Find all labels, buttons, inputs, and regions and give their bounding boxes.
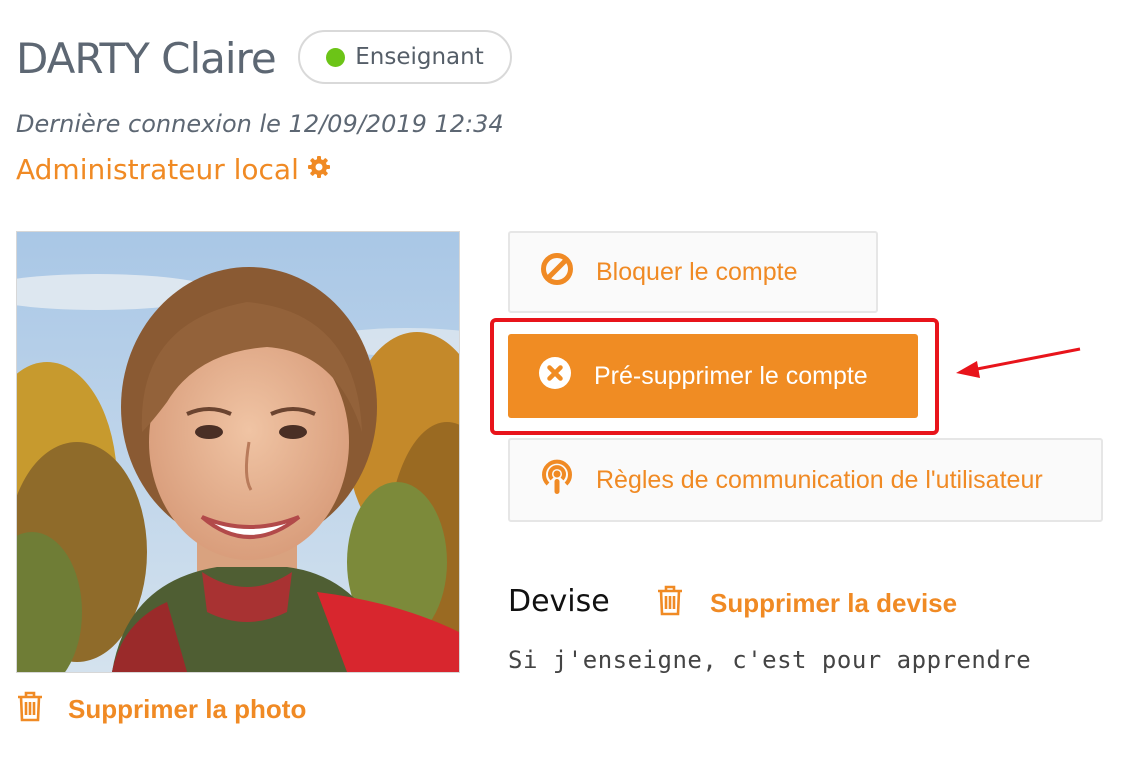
communication-rules-label: Règles de communication de l'utilisateur [596,465,1043,494]
motto-title: Devise [508,584,610,619]
block-account-label: Bloquer le compte [596,257,798,286]
motto-text: Si j'enseigne, c'est pour apprendre [508,646,1032,674]
admin-link[interactable]: Administrateur local [16,153,331,186]
circle-x-icon [538,356,572,397]
profile-photo [16,231,460,673]
admin-link-label: Administrateur local [16,153,299,186]
last-login-text: Dernière connexion le 12/09/2019 12:34 [16,110,504,138]
communication-rules-button[interactable]: Règles de communication de l'utilisateur [508,438,1103,522]
trash-icon [656,584,684,623]
status-dot [326,47,346,67]
podcast-icon [540,458,574,503]
ban-icon [540,252,574,293]
delete-motto-button[interactable]: Supprimer la devise [656,584,957,623]
delete-photo-label: Supprimer la photo [68,694,307,724]
role-label: Enseignant [355,44,484,70]
gear-icon [307,153,331,186]
presuppress-account-button[interactable]: Pré-supprimer le compte [508,334,918,418]
red-arrow [950,340,1090,385]
role-badge: Enseignant [298,30,512,84]
delete-photo-button[interactable]: Supprimer la photo [16,690,306,729]
block-account-button[interactable]: Bloquer le compte [508,231,878,313]
presuppress-account-label: Pré-supprimer le compte [594,361,868,390]
user-name: DARTY Claire [16,34,277,83]
delete-motto-label: Supprimer la devise [710,588,958,618]
trash-icon [16,690,44,729]
